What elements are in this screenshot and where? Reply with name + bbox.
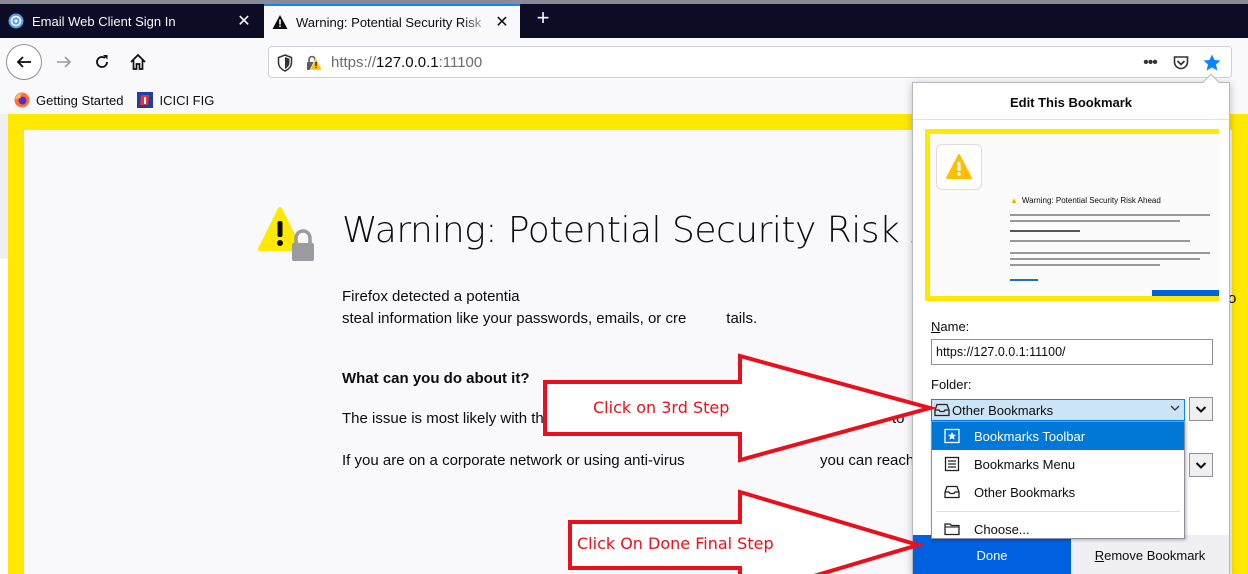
page-preview-thumbnail: ▲ Warning: Potential Security Risk Ahead <box>925 129 1219 301</box>
tags-expander-button[interactable] <box>1189 453 1213 477</box>
folder-option-choose[interactable]: Choose... <box>932 515 1184 543</box>
detected-line-2: steal information like your passwords, e… <box>342 308 757 330</box>
preview-text-line <box>1010 252 1210 254</box>
chevron-down-icon <box>1195 405 1207 413</box>
dropdown-separator <box>936 506 1180 512</box>
other-bookmarks-icon <box>934 403 950 417</box>
email-client-favicon-icon <box>8 13 24 29</box>
edit-bookmark-panel: Edit This Bookmark ▲ Warning: Potential S… <box>912 73 1230 574</box>
annotation-label-step3: Click on 3rd Step <box>593 398 730 417</box>
folder-icon <box>942 521 962 537</box>
forward-arrow-icon <box>57 56 72 68</box>
preview-text-line <box>1010 258 1200 260</box>
other-bookmarks-icon <box>942 484 962 500</box>
chevron-down-icon <box>1195 461 1207 469</box>
tab-title: Email Web Client Sign In <box>32 13 176 29</box>
url-scheme: https:// <box>331 54 377 71</box>
detected-paragraph: Firefox detected a potentia steal inform… <box>342 286 757 330</box>
folder-option-bookmarks-toolbar[interactable]: Bookmarks Toolbar <box>932 422 1184 450</box>
bookmark-getting-started[interactable]: Getting Started <box>14 92 123 108</box>
corporate-text: If you are on a corporate network or usi… <box>342 452 685 469</box>
pocket-icon[interactable] <box>1169 52 1193 74</box>
preview-go-back-button <box>1152 290 1219 296</box>
bookmark-label: Getting Started <box>36 92 124 108</box>
warning-triangle-icon <box>258 205 318 268</box>
reload-button[interactable] <box>84 44 120 80</box>
folder-option-label: Bookmarks Menu <box>974 456 1076 472</box>
preview-link-line <box>1010 279 1038 281</box>
folder-option-label: Choose... <box>974 521 1030 537</box>
new-tab-button[interactable]: + <box>528 4 558 34</box>
bookmark-label: ICICI FIG <box>159 92 215 108</box>
preview-text-line <box>1010 214 1210 216</box>
url-text: https://127.0.0.1:11100 <box>331 54 482 71</box>
back-arrow-icon <box>16 56 31 68</box>
folder-option-bookmarks-menu[interactable]: Bookmarks Menu <box>932 450 1184 478</box>
close-tab-icon[interactable]: ✕ <box>234 11 254 31</box>
preview-title-text: Warning: Potential Security Risk Ahead <box>1021 196 1161 205</box>
bookmarks-menu-icon <box>942 456 962 472</box>
bookmark-name-input[interactable]: https://127.0.0.1:11100/ <box>931 339 1213 365</box>
forward-button[interactable] <box>46 44 82 80</box>
detected-line-2-text: steal information like your passwords, e… <box>342 310 687 327</box>
page-title: Warning: Potential Security Risk Ahea <box>342 210 1000 251</box>
folder-dropdown-list: Bookmarks Toolbar Bookmarks Menu Other B… <box>931 421 1185 539</box>
folder-select[interactable]: Other Bookmarks <box>931 399 1185 421</box>
preview-text-line <box>1010 264 1160 266</box>
panel-title: Edit This Bookmark <box>1009 95 1133 110</box>
preview-small-warning-icon: ▲ <box>1010 196 1018 205</box>
annotation-label-done: Click On Done Final Step <box>577 534 774 553</box>
page-actions-menu-button[interactable]: ••• <box>1137 52 1163 74</box>
firefox-icon <box>14 92 30 108</box>
folder-option-other-bookmarks[interactable]: Other Bookmarks <box>932 478 1184 506</box>
folder-tree-expander-button[interactable] <box>1189 397 1213 421</box>
address-bar[interactable]: https://127.0.0.1:11100 ••• <box>268 46 1232 78</box>
tab-security-warning[interactable]: Warning: Potential Security Risk ✕ <box>264 4 520 38</box>
tab-strip: Email Web Client Sign In ✕ Warning: Pote… <box>0 0 1248 38</box>
folder-option-label: Bookmarks Toolbar <box>974 428 1086 444</box>
tracking-protection-shield-icon[interactable] <box>277 54 293 75</box>
url-port: :11100 <box>438 54 483 71</box>
bookmarks-toolbar-icon <box>942 428 962 444</box>
issue-text: The issue is most likely with th <box>342 410 544 427</box>
detected-line-2-tail: tails. <box>726 310 758 327</box>
icici-icon <box>137 92 154 108</box>
close-tab-icon[interactable]: ✕ <box>492 12 512 32</box>
preview-text-line <box>1010 220 1180 222</box>
remove-accesskey: R <box>1094 547 1105 563</box>
back-button[interactable] <box>6 44 42 80</box>
tab-email-web-client[interactable]: Email Web Client Sign In ✕ <box>0 4 262 38</box>
preview-text-line <box>1010 230 1080 232</box>
folder-option-label: Other Bookmarks <box>974 484 1076 500</box>
name-label: Name: <box>931 319 969 334</box>
corporate-paragraph: If you are on a corporate network or usi… <box>342 452 1177 469</box>
tab-title: Warning: Potential Security Risk <box>296 14 482 30</box>
name-label-accesskey: N <box>931 319 941 334</box>
what-can-you-do-heading: What can you do about it? <box>342 370 530 387</box>
remove-label: emove Bookmark <box>1104 547 1206 563</box>
issue-tail: to <box>892 410 905 427</box>
url-host: 127.0.0.1 <box>376 54 439 71</box>
panel-divider <box>913 119 1229 120</box>
issue-paragraph: The issue is most likely with th to <box>342 410 905 427</box>
detected-line-1: Firefox detected a potentia <box>342 288 520 305</box>
folder-label: Folder: <box>931 377 972 392</box>
preview-warning-icon <box>936 144 982 190</box>
reload-icon <box>96 55 108 68</box>
preview-title: ▲ Warning: Potential Security Risk Ahead <box>1010 196 1161 205</box>
warning-favicon-icon <box>272 14 288 30</box>
name-label-rest: ame: <box>940 319 970 334</box>
navigation-toolbar: https://127.0.0.1:11100 ••• <box>0 38 1248 86</box>
folder-select-value: Other Bookmarks <box>952 402 1054 418</box>
bookmark-icici-fig[interactable]: ICICI FIG <box>137 92 214 108</box>
home-icon <box>130 53 146 70</box>
preview-text-line <box>1010 240 1190 242</box>
insecure-lock-icon[interactable] <box>305 54 323 75</box>
chevron-down-icon <box>1170 403 1180 415</box>
bookmark-star-icon[interactable] <box>1199 52 1225 74</box>
left-strip <box>0 259 8 574</box>
home-button[interactable] <box>120 44 156 80</box>
